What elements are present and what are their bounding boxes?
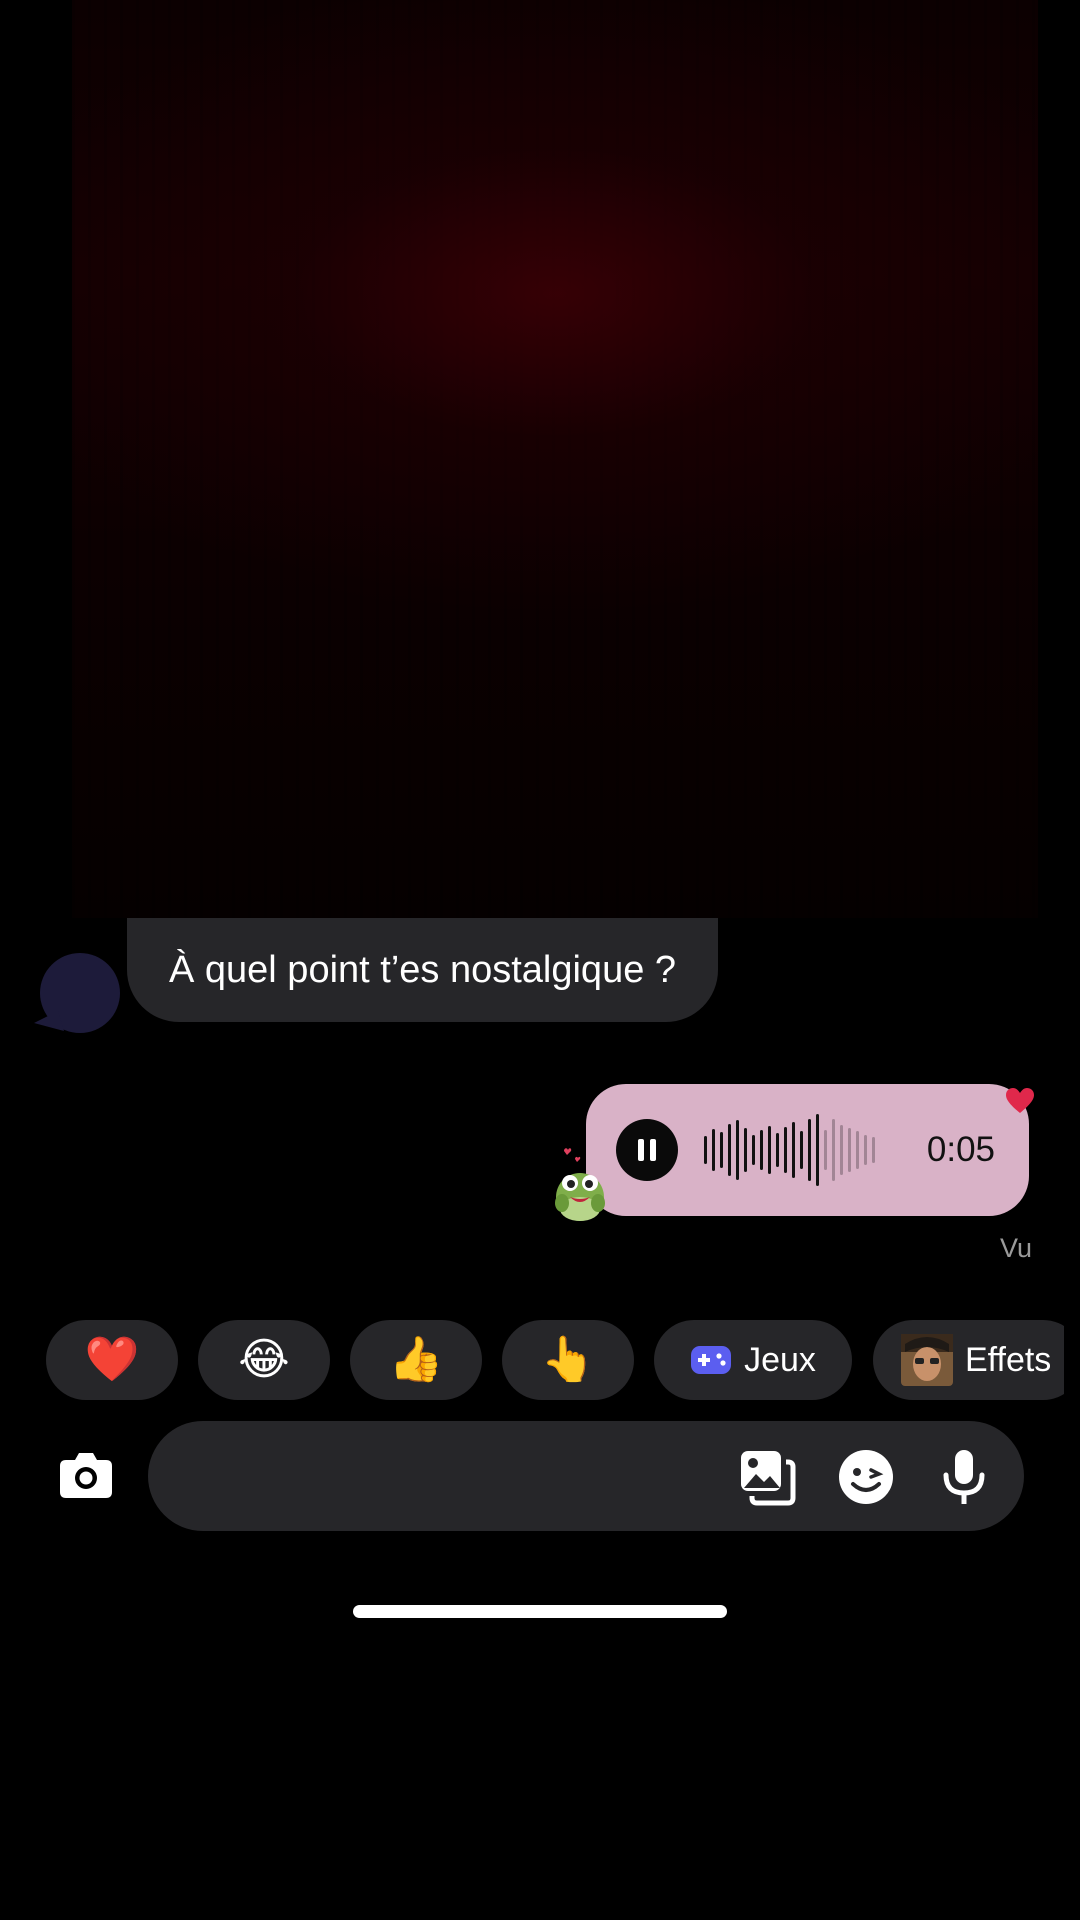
waveform-bar — [800, 1131, 803, 1169]
message-composer[interactable] — [148, 1421, 1024, 1533]
waveform-bar — [840, 1125, 843, 1175]
laughing-emoji-icon: 😂 — [238, 1335, 290, 1384]
waveform-bar — [872, 1137, 875, 1163]
waveform-bar — [728, 1124, 731, 1176]
message-input[interactable] — [188, 1421, 752, 1533]
waveform-bar — [864, 1135, 867, 1165]
waveform-bar — [760, 1130, 763, 1170]
waveform-bar — [752, 1135, 755, 1165]
waveform-bar — [776, 1133, 779, 1167]
received-message-text: À quel point t’es nostalgique ? — [169, 948, 677, 991]
waveform-bar — [816, 1114, 819, 1186]
waveform-bar — [720, 1132, 723, 1168]
waveform-bar — [768, 1126, 771, 1174]
reaction-chip-laugh[interactable]: 😂 — [198, 1320, 330, 1400]
pointing-up-emoji-icon: 👆 — [540, 1335, 596, 1384]
heart-reaction-icon[interactable] — [1005, 1087, 1035, 1115]
waveform-bar — [712, 1129, 715, 1171]
waveform-bar — [824, 1130, 827, 1170]
effects-button[interactable]: Effets — [873, 1320, 1064, 1400]
games-label: Jeux — [744, 1340, 816, 1379]
waveform-bar — [792, 1122, 795, 1178]
camera-icon[interactable] — [56, 1448, 116, 1502]
audio-waveform[interactable] — [704, 1110, 900, 1190]
waveform-bar — [704, 1136, 707, 1164]
effect-thumbnail — [901, 1334, 953, 1386]
audio-duration: 0:05 — [926, 1130, 995, 1169]
frog-sticker-icon[interactable] — [550, 1145, 610, 1225]
reaction-chip-heart[interactable]: ❤️ — [46, 1320, 178, 1400]
sender-avatar[interactable] — [34, 951, 120, 1037]
seen-status: Vu — [999, 1233, 1032, 1263]
waveform-bar — [736, 1120, 739, 1180]
gamepad-icon — [691, 1346, 732, 1374]
pause-button[interactable] — [616, 1119, 678, 1181]
gallery-icon[interactable] — [738, 1448, 796, 1506]
received-message-bubble[interactable]: À quel point t’es nostalgique ? — [127, 918, 719, 1022]
waveform-bar — [744, 1128, 747, 1172]
heart-emoji-icon: ❤️ — [84, 1335, 140, 1384]
shared-media-image[interactable] — [72, 0, 1038, 918]
games-button[interactable]: Jeux — [654, 1320, 852, 1400]
thumbs-up-emoji-icon: 👍 — [388, 1335, 444, 1384]
waveform-bar — [848, 1128, 851, 1172]
microphone-icon[interactable] — [935, 1448, 993, 1506]
pause-icon — [638, 1139, 644, 1161]
quick-reactions-row: ❤️ 😂 👍 👆 Jeux Effets — [46, 1320, 1064, 1400]
audio-message-bubble[interactable]: 0:05 — [586, 1084, 1029, 1216]
effects-label: Effets — [965, 1340, 1052, 1379]
waveform-bar — [784, 1127, 787, 1173]
waveform-bar — [808, 1119, 811, 1181]
pause-icon-bar — [650, 1139, 656, 1161]
reaction-chip-point-up[interactable]: 👆 — [502, 1320, 634, 1400]
sticker-icon[interactable] — [837, 1448, 895, 1506]
waveform-bar — [856, 1131, 859, 1169]
waveform-bar — [832, 1119, 835, 1181]
home-indicator[interactable] — [353, 1605, 727, 1618]
reaction-chip-thumbs-up[interactable]: 👍 — [350, 1320, 482, 1400]
